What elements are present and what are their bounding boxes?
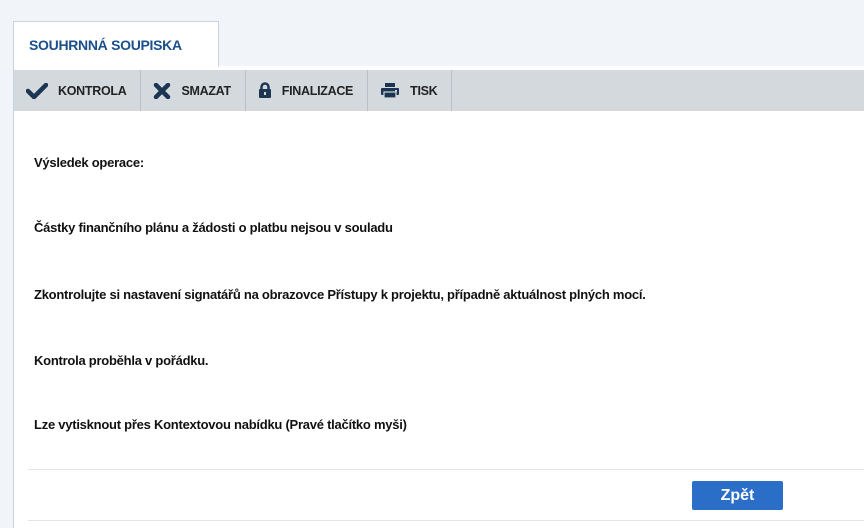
back-button[interactable]: Zpět	[692, 481, 783, 510]
lock-icon	[258, 82, 272, 99]
divider	[28, 520, 864, 521]
toolbar: KONTROLA SMAZAT FINALIZACE TISK	[14, 70, 864, 111]
finalizace-button[interactable]: FINALIZACE	[246, 70, 369, 111]
smazat-label: SMAZAT	[181, 83, 231, 98]
x-icon	[153, 82, 171, 99]
tisk-label: TISK	[410, 83, 438, 98]
kontrola-label: KONTROLA	[58, 83, 127, 98]
tab-label: SOUHRNNÁ SOUPISKA	[29, 36, 182, 53]
tab-souhrnna-soupiska[interactable]: SOUHRNNÁ SOUPISKA	[13, 21, 219, 67]
printer-icon	[380, 82, 400, 99]
message-item: Lze vytisknout přes Kontextovou nabídku …	[34, 417, 407, 432]
tisk-button[interactable]: TISK	[368, 70, 453, 111]
result-heading: Výsledek operace:	[34, 155, 144, 170]
smazat-button[interactable]: SMAZAT	[141, 70, 246, 111]
message-item: Zkontrolujte si nastavení signatářů na o…	[34, 287, 646, 302]
message-item: Kontrola proběhla v pořádku.	[34, 353, 209, 368]
message-item: Částky finančního plánu a žádosti o plat…	[34, 220, 393, 235]
kontrola-button[interactable]: KONTROLA	[14, 70, 142, 111]
divider	[28, 469, 864, 470]
main-panel: KONTROLA SMAZAT FINALIZACE TISK Výsledek…	[13, 66, 864, 528]
finalizace-label: FINALIZACE	[281, 83, 354, 98]
checkmark-icon	[26, 82, 48, 99]
